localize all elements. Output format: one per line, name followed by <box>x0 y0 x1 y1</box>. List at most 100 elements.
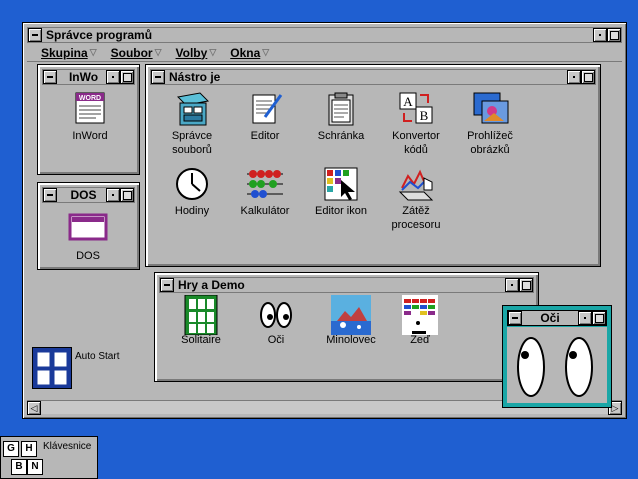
menu-arrow-icon: ▽ <box>89 47 97 57</box>
program-item-icon-editor[interactable]: Editor ikon <box>303 166 379 218</box>
group-hry-title: Hry a Demo <box>178 278 245 292</box>
maximize-button[interactable] <box>607 28 621 42</box>
program-item-label: Prohlížeč obrázků <box>467 130 513 156</box>
program-item-code-converter[interactable]: A B Konvertor kódů <box>378 91 454 157</box>
program-item-minesweeper[interactable]: Minolovec <box>313 295 389 347</box>
oci-title: Oči <box>540 311 560 325</box>
klavesnice-minimized[interactable]: G H B N Klávesnice <box>0 436 98 479</box>
oci-window: Oči <box>502 305 612 408</box>
program-manager-title: Správce programů <box>46 28 153 42</box>
svg-text:WORD: WORD <box>79 95 101 102</box>
solitaire-icon <box>181 294 221 336</box>
file-manager-icon <box>172 91 212 127</box>
minimize-button[interactable] <box>593 28 607 42</box>
program-item-label: Konvertor kódů <box>392 130 440 156</box>
eyes-icon <box>256 295 296 331</box>
editor-icon <box>245 91 285 127</box>
group-inwo-titlebar[interactable]: InWo <box>42 69 135 85</box>
group-autostart-minimized[interactable]: Auto Start <box>32 347 132 393</box>
menu-bar: Skupina ▽ Soubor ▽ Volby ▽ Okna ▽ <box>27 44 622 62</box>
program-item-dos[interactable]: DOS <box>50 211 126 263</box>
program-item-editor[interactable]: Editor <box>227 91 303 143</box>
program-manager-titlebar[interactable]: Správce programů <box>27 27 622 43</box>
program-item-label: Správce souborů <box>171 130 213 156</box>
program-item-inword[interactable]: WORD InWord <box>52 91 128 143</box>
menu-arrow-icon: ▽ <box>154 47 162 57</box>
program-item-label: Schránka <box>317 130 365 142</box>
group-maximize-button[interactable] <box>581 70 595 84</box>
code-converter-icon: A B <box>396 91 436 127</box>
image-viewer-icon <box>470 91 510 127</box>
clipboard-icon <box>321 91 361 127</box>
oci-eyes-area <box>507 327 607 403</box>
group-hry-titlebar[interactable]: Hry a Demo <box>159 277 534 293</box>
oci-minimize-button[interactable] <box>578 311 592 325</box>
program-item-label: Zátěž procesoru <box>391 205 441 231</box>
oci-titlebar[interactable]: Oči <box>507 310 607 326</box>
group-maximize-button[interactable] <box>519 278 533 292</box>
program-item-calculator[interactable]: Kalkulátor <box>227 166 303 218</box>
group-system-menu-button[interactable] <box>160 278 174 292</box>
group-minimize-button[interactable] <box>106 70 120 84</box>
group-dos-titlebar[interactable]: DOS <box>42 187 135 203</box>
program-item-label: DOS <box>76 250 100 262</box>
group-nastroje: Nástro je Správce souborů Editor Schránk… <box>145 64 601 267</box>
clock-icon <box>172 166 212 202</box>
group-minimize-button[interactable] <box>106 188 120 202</box>
menu-soubor[interactable]: Soubor ▽ <box>111 46 162 60</box>
cpu-load-icon <box>396 166 436 202</box>
program-item-solitaire[interactable]: Solitaire <box>163 294 239 347</box>
klavesnice-label: Klávesnice <box>43 441 92 452</box>
autostart-label: Auto Start <box>75 351 120 362</box>
group-nastroje-title: Nástro je <box>169 70 221 84</box>
program-item-image-viewer[interactable]: Prohlížeč obrázků <box>452 91 528 157</box>
svg-text:A: A <box>403 94 413 109</box>
oci-maximize-button[interactable] <box>592 311 606 325</box>
dos-icon <box>68 211 108 247</box>
menu-volby[interactable]: Volby ▽ <box>176 46 217 60</box>
program-item-file-manager[interactable]: Správce souborů <box>154 91 230 157</box>
minesweeper-icon <box>331 295 371 335</box>
group-maximize-button[interactable] <box>120 70 134 84</box>
program-item-label: Editor ikon <box>315 205 367 217</box>
group-minimize-button[interactable] <box>567 70 581 84</box>
icon-editor-icon <box>321 166 361 202</box>
group-system-menu-button[interactable] <box>151 70 165 84</box>
menu-okna[interactable]: Okna ▽ <box>230 46 269 60</box>
group-maximize-button[interactable] <box>120 188 134 202</box>
program-item-clock[interactable]: Hodiny <box>154 166 230 218</box>
group-system-menu-button[interactable] <box>43 188 57 202</box>
program-item-label: Kalkulátor <box>240 205 290 217</box>
keyboard-key: H <box>21 441 37 457</box>
menu-skupina[interactable]: Skupina ▽ <box>41 46 97 60</box>
program-item-eyes[interactable]: Oči <box>238 295 314 347</box>
program-item-label: Oči <box>267 334 285 346</box>
oci-system-menu-button[interactable] <box>508 311 522 325</box>
group-hry: Hry a Demo Solitaire Oči Minolovec Zeď <box>154 272 539 382</box>
program-item-label: Hodiny <box>174 205 210 217</box>
keyboard-key: N <box>27 459 43 475</box>
menu-arrow-icon: ▽ <box>262 47 270 57</box>
group-inwo-title: InWo <box>68 70 99 84</box>
program-item-cpu-load[interactable]: Zátěž procesoru <box>378 166 454 232</box>
program-item-label: Minolovec <box>326 334 376 346</box>
program-item-wall[interactable]: Zeď <box>382 295 458 347</box>
program-item-label: Solitaire <box>181 334 221 346</box>
program-item-label: Editor <box>250 130 280 142</box>
group-minimize-button[interactable] <box>505 278 519 292</box>
program-item-label: Zeď <box>410 334 430 346</box>
group-nastroje-titlebar[interactable]: Nástro je <box>150 69 596 85</box>
group-dos: DOS DOS <box>37 182 140 270</box>
svg-text:B: B <box>420 108 429 123</box>
keyboard-key: B <box>11 459 27 475</box>
program-item-label: InWord <box>72 130 108 142</box>
group-inwo: InWo WORD InWord <box>37 64 140 175</box>
keyboard-key: G <box>3 441 19 457</box>
keyboard-icon: G H B N <box>3 441 43 477</box>
scroll-left-icon[interactable]: ◁ <box>27 401 41 415</box>
system-menu-button[interactable] <box>28 28 42 42</box>
group-system-menu-button[interactable] <box>43 70 57 84</box>
program-item-clipboard[interactable]: Schránka <box>303 91 379 143</box>
autostart-icon <box>32 347 72 389</box>
group-dos-title: DOS <box>70 188 97 202</box>
